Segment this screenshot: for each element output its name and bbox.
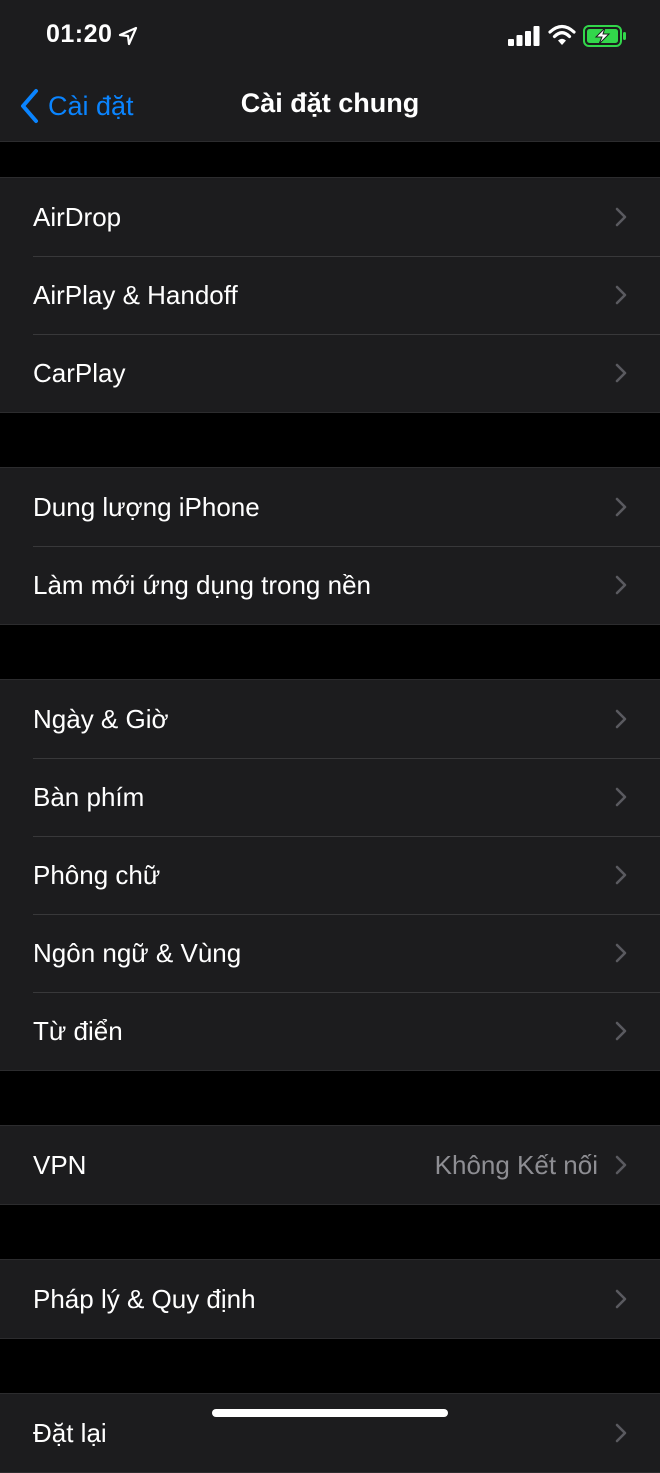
settings-group-reset: Đặt lại bbox=[0, 1393, 660, 1473]
row-airplay-handoff[interactable]: AirPlay & Handoff bbox=[0, 256, 660, 334]
row-fonts[interactable]: Phông chữ bbox=[0, 836, 660, 914]
vpn-status-value: Không Kết nối bbox=[434, 1149, 598, 1180]
row-airdrop[interactable]: AirDrop bbox=[0, 178, 660, 256]
row-carplay[interactable]: CarPlay bbox=[0, 334, 660, 412]
row-language-region[interactable]: Ngôn ngữ & Vùng bbox=[0, 914, 660, 992]
row-label: Ngôn ngữ & Vùng bbox=[33, 937, 242, 968]
row-label: Bàn phím bbox=[33, 781, 145, 812]
row-reset[interactable]: Đặt lại bbox=[0, 1394, 660, 1472]
row-date-time[interactable]: Ngày & Giờ bbox=[0, 680, 660, 758]
chevron-right-icon bbox=[615, 943, 627, 963]
row-iphone-storage[interactable]: Dung lượng iPhone bbox=[0, 468, 660, 546]
row-label: Làm mới ứng dụng trong nền bbox=[33, 569, 371, 600]
chevron-right-icon bbox=[615, 1289, 627, 1309]
chevron-right-icon bbox=[615, 497, 627, 517]
row-label: Pháp lý & Quy định bbox=[33, 1283, 256, 1314]
row-vpn[interactable]: VPN Không Kết nối bbox=[0, 1126, 660, 1204]
settings-group-locale: Ngày & Giờ Bàn phím Phông chữ Ngôn ngữ &… bbox=[0, 679, 660, 1071]
battery-charging-icon bbox=[583, 25, 626, 47]
chevron-right-icon bbox=[615, 575, 627, 595]
row-label: Đặt lại bbox=[33, 1417, 107, 1448]
chevron-right-icon bbox=[615, 865, 627, 885]
chevron-right-icon bbox=[615, 1021, 627, 1041]
chevron-right-icon bbox=[615, 363, 627, 383]
wifi-icon bbox=[548, 24, 576, 45]
row-label: Từ điển bbox=[33, 1015, 123, 1046]
chevron-right-icon bbox=[615, 285, 627, 305]
home-indicator[interactable] bbox=[212, 1409, 448, 1417]
chevron-right-icon bbox=[615, 787, 627, 807]
row-label: Dung lượng iPhone bbox=[33, 491, 260, 522]
row-legal-regulatory[interactable]: Pháp lý & Quy định bbox=[0, 1260, 660, 1338]
cellular-signal-icon bbox=[508, 26, 540, 46]
settings-group-storage: Dung lượng iPhone Làm mới ứng dụng trong… bbox=[0, 467, 660, 625]
status-time: 01:20 bbox=[46, 20, 113, 48]
navigation-header: 01:20 Cài đặt Cài đặt chung bbox=[0, 0, 660, 142]
settings-group-vpn: VPN Không Kết nối bbox=[0, 1125, 660, 1205]
row-label: Ngày & Giờ bbox=[33, 703, 169, 734]
row-label: AirPlay & Handoff bbox=[33, 279, 238, 310]
settings-group-legal: Pháp lý & Quy định bbox=[0, 1259, 660, 1339]
row-keyboard[interactable]: Bàn phím bbox=[0, 758, 660, 836]
row-dictionary[interactable]: Từ điển bbox=[0, 992, 660, 1070]
page-title: Cài đặt chung bbox=[240, 88, 420, 118]
row-background-app-refresh[interactable]: Làm mới ứng dụng trong nền bbox=[0, 546, 660, 624]
location-arrow-icon bbox=[118, 26, 138, 46]
row-label: Phông chữ bbox=[33, 859, 161, 890]
chevron-right-icon bbox=[615, 1423, 627, 1443]
chevron-right-icon bbox=[615, 207, 627, 227]
chevron-right-icon bbox=[615, 1155, 627, 1175]
row-label: CarPlay bbox=[33, 357, 126, 388]
row-label: VPN bbox=[33, 1149, 87, 1180]
row-label: AirDrop bbox=[33, 201, 122, 232]
chevron-right-icon bbox=[615, 709, 627, 729]
settings-group-connectivity: AirDrop AirPlay & Handoff CarPlay bbox=[0, 177, 660, 413]
